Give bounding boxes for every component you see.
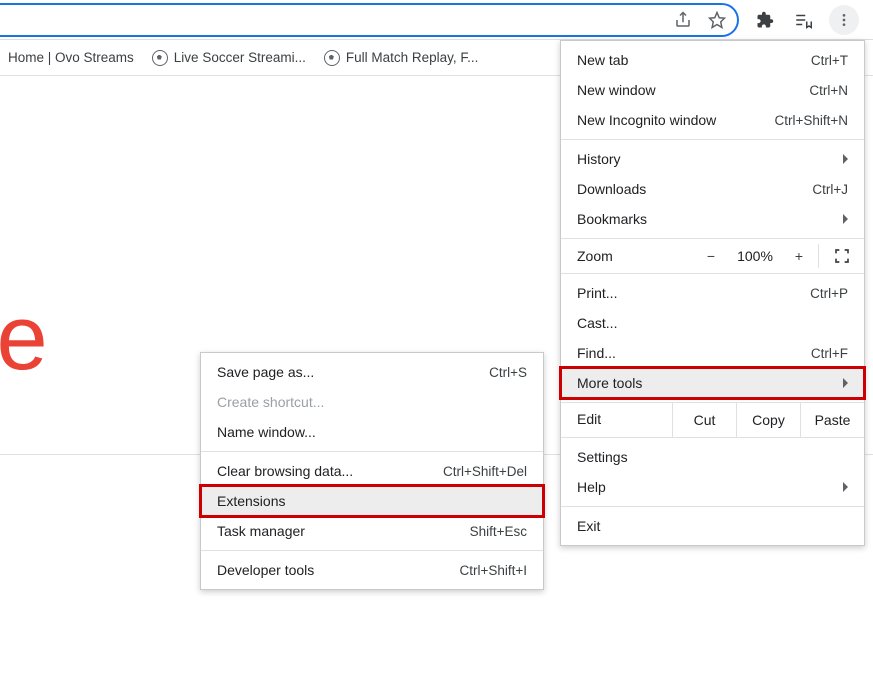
submenu-name-window[interactable]: Name window...	[201, 417, 543, 447]
menu-shortcut: Ctrl+J	[812, 182, 848, 197]
menu-label: Exit	[577, 518, 848, 534]
menu-shortcut: Ctrl+P	[810, 286, 848, 301]
menu-label: Developer tools	[217, 562, 459, 578]
submenu-clear-browsing-data[interactable]: Clear browsing data... Ctrl+Shift+Del	[201, 456, 543, 486]
menu-exit[interactable]: Exit	[561, 511, 864, 541]
menu-shortcut: Shift+Esc	[470, 524, 527, 539]
google-logo-fragment: le	[0, 286, 44, 391]
menu-downloads[interactable]: Downloads Ctrl+J	[561, 174, 864, 204]
menu-label: Extensions	[217, 493, 527, 509]
bookmark-item-ovo[interactable]: Home | Ovo Streams	[8, 50, 134, 65]
menu-label: Find...	[577, 345, 811, 361]
bookmark-item-live-soccer[interactable]: Live Soccer Streami...	[152, 50, 306, 66]
zoom-label: Zoom	[577, 248, 692, 264]
menu-label: New window	[577, 82, 809, 98]
submenu-task-manager[interactable]: Task manager Shift+Esc	[201, 516, 543, 546]
menu-shortcut: Ctrl+Shift+I	[459, 563, 527, 578]
menu-print[interactable]: Print... Ctrl+P	[561, 278, 864, 308]
menu-shortcut: Ctrl+Shift+Del	[443, 464, 527, 479]
menu-label: Downloads	[577, 181, 812, 197]
menu-label: New tab	[577, 52, 811, 68]
menu-label: History	[577, 151, 835, 167]
menu-bookmarks[interactable]: Bookmarks	[561, 204, 864, 234]
share-icon[interactable]	[671, 8, 695, 32]
menu-label: More tools	[577, 375, 835, 391]
menu-label: New Incognito window	[577, 112, 774, 128]
submenu-extensions[interactable]: Extensions	[201, 486, 543, 516]
menu-new-window[interactable]: New window Ctrl+N	[561, 75, 864, 105]
chrome-main-menu: New tab Ctrl+T New window Ctrl+N New Inc…	[560, 40, 865, 546]
zoom-out-button[interactable]: −	[696, 244, 726, 268]
menu-label: Cast...	[577, 315, 848, 331]
edit-cut-button[interactable]: Cut	[672, 403, 736, 437]
menu-edit-row: Edit Cut Copy Paste	[561, 403, 864, 437]
menu-label: Task manager	[217, 523, 470, 539]
more-tools-submenu: Save page as... Ctrl+S Create shortcut..…	[200, 352, 544, 590]
menu-label: Save page as...	[217, 364, 489, 380]
menu-label: Print...	[577, 285, 810, 301]
edit-label: Edit	[561, 403, 672, 437]
browser-toolbar	[0, 0, 873, 40]
star-icon[interactable]	[705, 8, 729, 32]
menu-shortcut: Ctrl+Shift+N	[774, 113, 848, 128]
menu-settings[interactable]: Settings	[561, 442, 864, 472]
soccer-ball-icon	[152, 50, 168, 66]
bookmark-item-full-match[interactable]: Full Match Replay, F...	[324, 50, 479, 66]
toolbar-right	[747, 5, 873, 35]
submenu-save-page-as[interactable]: Save page as... Ctrl+S	[201, 357, 543, 387]
menu-history[interactable]: History	[561, 144, 864, 174]
bookmark-label: Live Soccer Streami...	[174, 50, 306, 65]
menu-shortcut: Ctrl+F	[811, 346, 848, 361]
menu-new-incognito[interactable]: New Incognito window Ctrl+Shift+N	[561, 105, 864, 135]
menu-more-tools[interactable]: More tools	[561, 368, 864, 398]
submenu-arrow-icon	[843, 482, 848, 492]
submenu-arrow-icon	[843, 214, 848, 224]
zoom-in-button[interactable]: +	[784, 244, 814, 268]
menu-shortcut: Ctrl+S	[489, 365, 527, 380]
menu-label: Create shortcut...	[217, 394, 527, 410]
submenu-arrow-icon	[843, 154, 848, 164]
menu-help[interactable]: Help	[561, 472, 864, 502]
menu-find[interactable]: Find... Ctrl+F	[561, 338, 864, 368]
menu-label: Bookmarks	[577, 211, 835, 227]
menu-label: Settings	[577, 449, 848, 465]
reading-list-icon[interactable]	[791, 8, 815, 32]
submenu-arrow-icon	[843, 378, 848, 388]
menu-zoom-row: Zoom − 100% +	[561, 239, 864, 273]
zoom-value: 100%	[730, 248, 780, 264]
menu-label: Name window...	[217, 424, 527, 440]
edit-paste-button[interactable]: Paste	[800, 403, 864, 437]
menu-new-tab[interactable]: New tab Ctrl+T	[561, 45, 864, 75]
logo-letter-e: e	[0, 287, 44, 389]
menu-dots-icon[interactable]	[829, 5, 859, 35]
submenu-create-shortcut: Create shortcut...	[201, 387, 543, 417]
submenu-developer-tools[interactable]: Developer tools Ctrl+Shift+I	[201, 555, 543, 585]
menu-label: Help	[577, 479, 835, 495]
menu-cast[interactable]: Cast...	[561, 308, 864, 338]
bookmark-label: Home | Ovo Streams	[8, 50, 134, 65]
menu-label: Clear browsing data...	[217, 463, 443, 479]
menu-shortcut: Ctrl+T	[811, 53, 848, 68]
address-bar[interactable]	[0, 3, 739, 37]
edit-copy-button[interactable]: Copy	[736, 403, 800, 437]
menu-shortcut: Ctrl+N	[809, 83, 848, 98]
fullscreen-button[interactable]	[818, 244, 854, 268]
soccer-ball-icon	[324, 50, 340, 66]
bookmark-label: Full Match Replay, F...	[346, 50, 479, 65]
extensions-puzzle-icon[interactable]	[753, 8, 777, 32]
